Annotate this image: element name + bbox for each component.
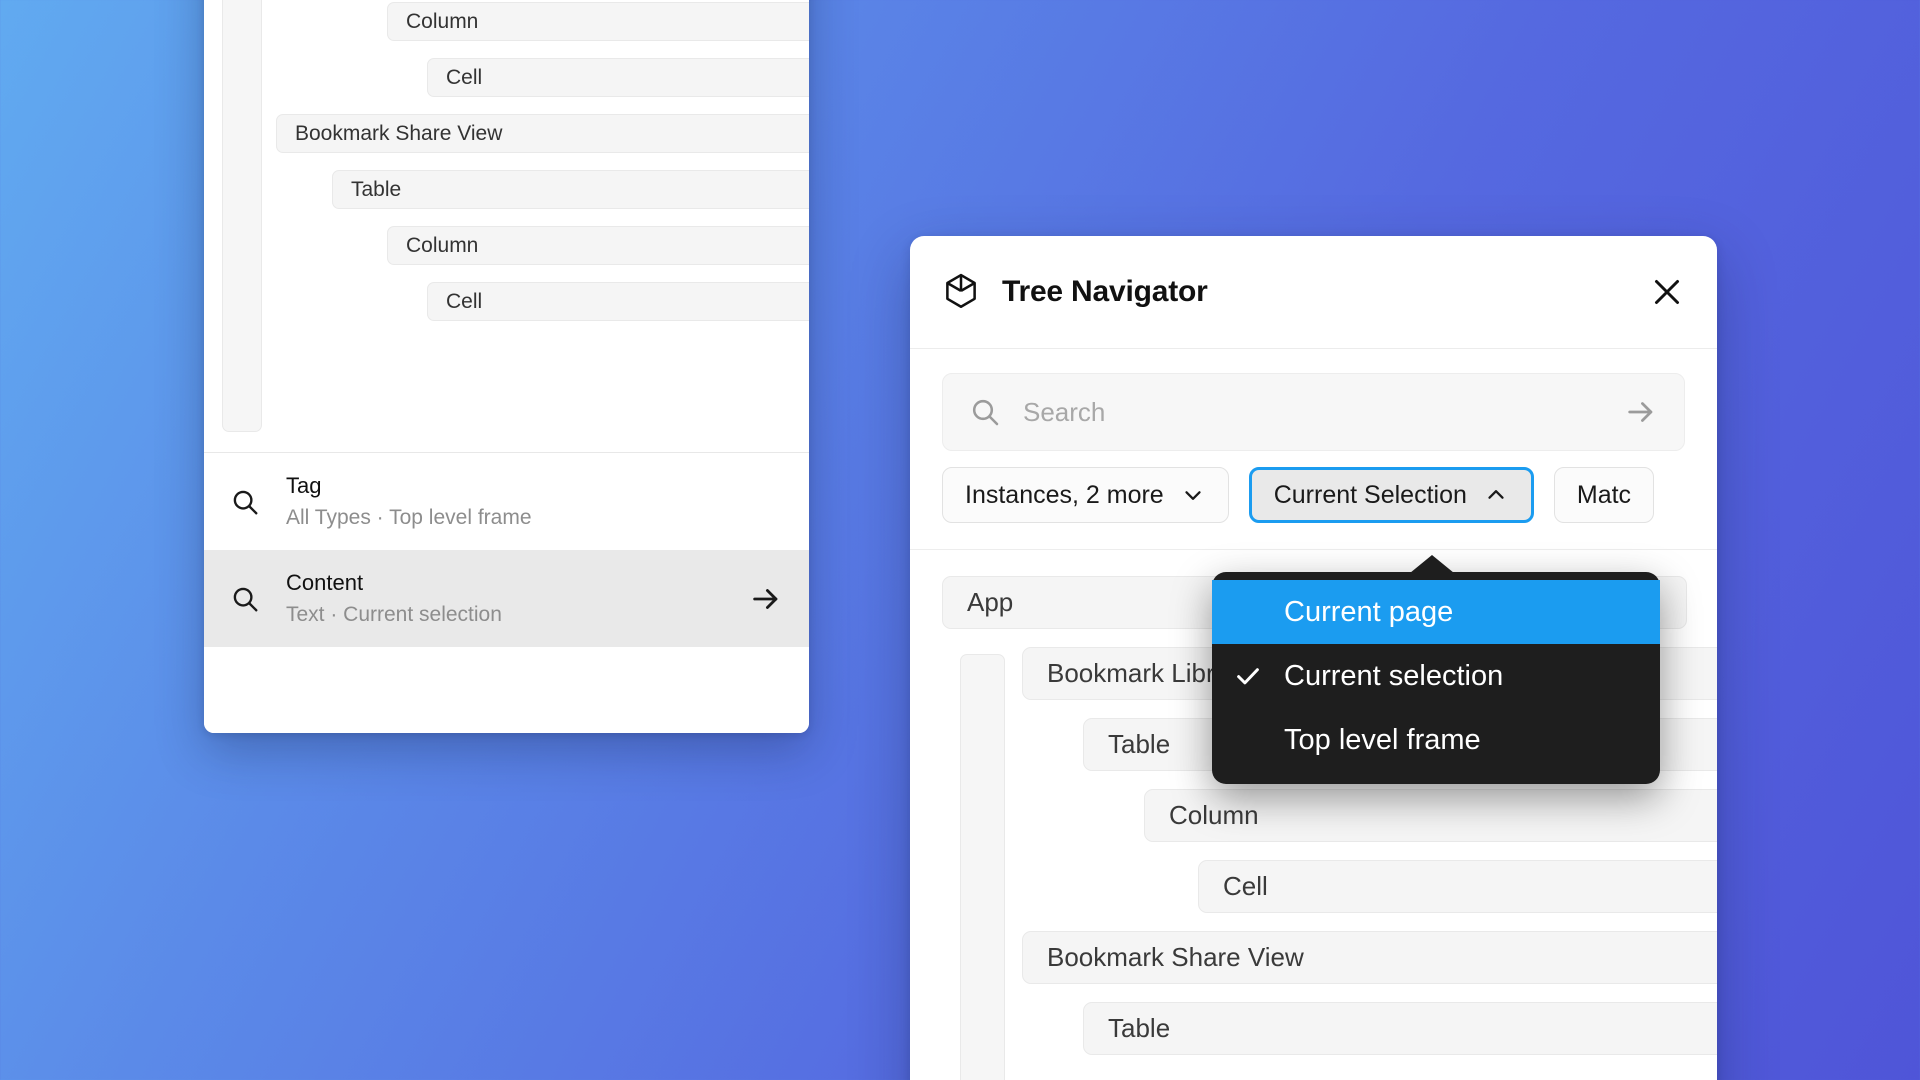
search-results-list: Tag All Types · Top level frame Content Tex…	[204, 452, 809, 647]
search-result-row[interactable]: Tag All Types · Top level frame	[204, 453, 809, 550]
result-text: Content Text · Current selection	[286, 569, 723, 628]
filter-label: Matc	[1576, 480, 1632, 509]
tree-indent-rail	[960, 654, 1005, 1080]
tree-node[interactable]: Column	[1144, 789, 1717, 842]
tree-node[interactable]: Column	[387, 2, 809, 41]
chevron-down-icon	[1180, 482, 1206, 508]
dropdown-item-label: Current selection	[1284, 659, 1504, 692]
arrow-right-icon[interactable]	[723, 582, 809, 616]
chevron-up-icon	[1483, 482, 1509, 508]
search-input[interactable]	[1023, 396, 1608, 428]
search-bar[interactable]	[942, 373, 1685, 451]
tree-node[interactable]: Column	[387, 226, 809, 265]
arrow-right-icon[interactable]	[1624, 395, 1658, 429]
scope-dropdown-menu: Current page Current selection Top level f…	[1212, 555, 1660, 784]
filter-label: Current Selection	[1273, 480, 1467, 509]
left-tree-nodes: Bookmark Library ViewTableColumnCellBook…	[204, 0, 809, 321]
dropdown-item[interactable]: Current page	[1212, 580, 1660, 644]
result-title: Tag	[286, 473, 322, 499]
search-results-panel: Bookmark Library ViewTableColumnCellBook…	[204, 0, 809, 733]
tree-node[interactable]: Cell	[1198, 860, 1717, 913]
panel-footer-spacer	[204, 647, 809, 733]
window-header: Tree Navigator	[910, 236, 1717, 349]
dropdown-item[interactable]: Top level frame	[1212, 708, 1660, 772]
search-icon	[204, 584, 286, 614]
left-tree-list: Bookmark Library ViewTableColumnCellBook…	[204, 0, 809, 452]
tree-node[interactable]: Table	[1083, 1002, 1717, 1055]
dropdown-items: Current page Current selection Top level f…	[1212, 580, 1660, 772]
filter-button-current-selection[interactable]: Current Selection	[1248, 467, 1534, 523]
tree-node[interactable]: Table	[332, 170, 809, 209]
cube-icon	[942, 272, 980, 312]
filter-button-instances-2-more[interactable]: Instances, 2 more	[942, 467, 1229, 523]
dropdown-item-label: Current page	[1284, 595, 1454, 628]
search-result-row[interactable]: Content Text · Current selection	[204, 550, 809, 647]
result-text: Tag All Types · Top level frame	[286, 472, 723, 531]
tree-node[interactable]: Bookmark Share View	[276, 114, 809, 153]
page-title: Tree Navigator	[1002, 275, 1208, 308]
filter-button-matc[interactable]: Matc	[1553, 467, 1655, 523]
filter-bar: Instances, 2 more Current Selection Matc	[910, 467, 1717, 550]
search-bar-container	[910, 349, 1717, 467]
result-subtitle: All Types · Top level frame	[286, 505, 532, 529]
tree-node[interactable]: Bookmark Share View	[1022, 931, 1717, 984]
check-icon	[1212, 661, 1284, 691]
tree-node[interactable]: Cell	[427, 58, 809, 97]
search-icon	[204, 487, 286, 517]
result-subtitle: Text · Current selection	[286, 602, 502, 626]
tree-node[interactable]: Cell	[427, 282, 809, 321]
dropdown-caret	[1410, 555, 1454, 573]
dropdown-item-label: Top level frame	[1284, 723, 1481, 756]
dropdown-item[interactable]: Current selection	[1212, 644, 1660, 708]
tree-indent-rail	[222, 0, 262, 432]
result-title: Content	[286, 570, 364, 596]
close-icon[interactable]	[1649, 274, 1685, 310]
filter-label: Instances, 2 more	[965, 480, 1164, 509]
search-icon	[969, 396, 1001, 428]
